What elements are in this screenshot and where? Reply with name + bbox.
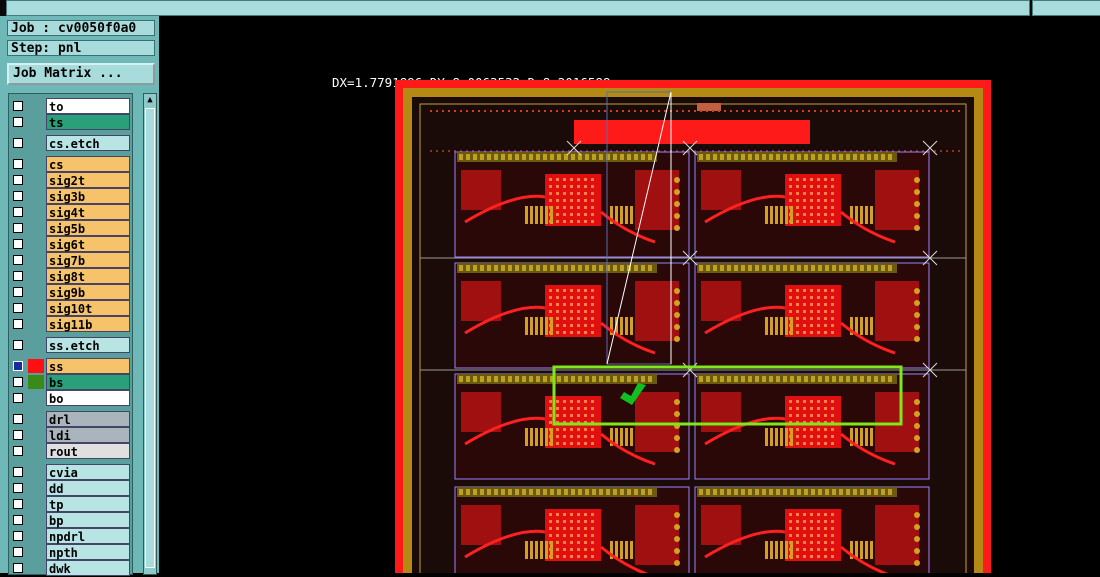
board-right-components (635, 170, 679, 230)
top-coupon (574, 120, 810, 144)
board-right-components (635, 505, 679, 565)
board-right-components (875, 170, 919, 230)
board-right-components (875, 281, 919, 341)
board-left-components (701, 170, 741, 210)
board-left-components (461, 281, 501, 321)
board-right-components (875, 505, 919, 565)
pcb-canvas[interactable] (0, 0, 1100, 573)
board-left-components (461, 392, 501, 432)
board-right-components (635, 281, 679, 341)
pcb-drawing (395, 80, 991, 573)
board-left-components (701, 281, 741, 321)
board-left-components (701, 392, 741, 432)
board-left-components (461, 505, 501, 545)
board-left-components (461, 170, 501, 210)
board-right-components (875, 392, 919, 452)
board-right-components (635, 392, 679, 452)
board-left-components (701, 505, 741, 545)
top-fiducial-pad (697, 103, 721, 111)
